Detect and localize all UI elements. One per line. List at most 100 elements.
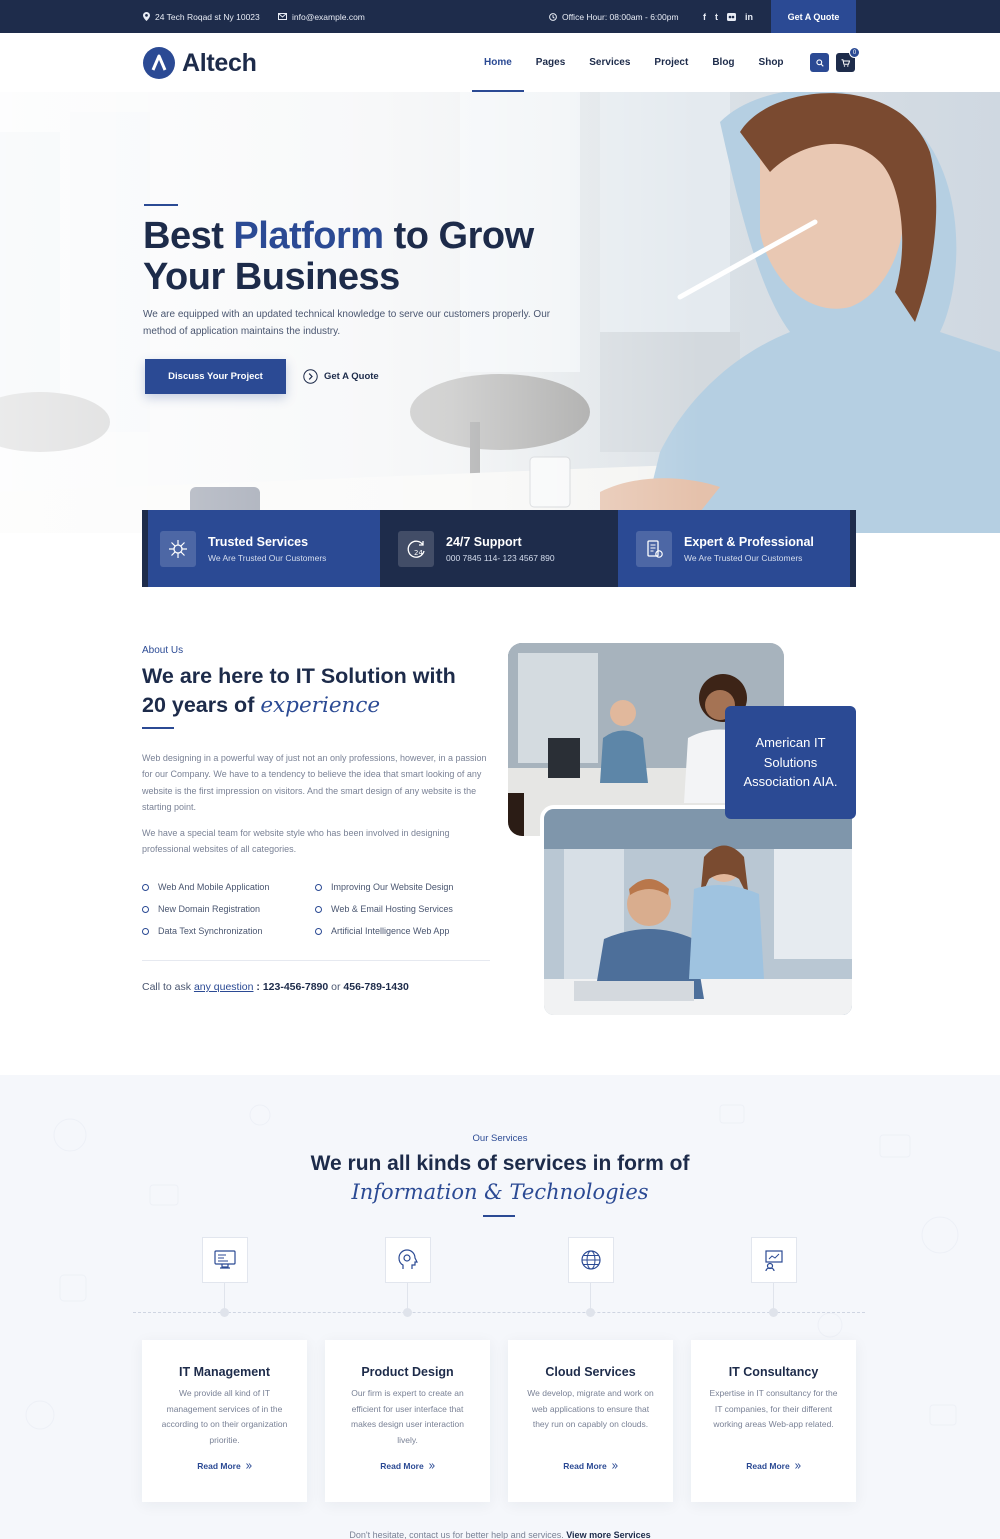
call-separator: : [253,981,263,993]
timeline-node [769,1308,778,1317]
social-links: f t in [703,0,753,33]
service-card-description: We provide all kind of IT management ser… [161,1388,288,1446]
list-item: New Domain Registration [142,901,315,917]
facebook-icon[interactable]: f [703,12,706,22]
clock-icon [549,12,557,21]
service-card-description: We develop, migrate and work on web appl… [527,1388,654,1430]
linkedin-icon[interactable]: in [745,12,753,22]
circle-bullet-icon [142,905,149,913]
office-hours-text: Office Hour: 08:00am - 6:00pm [562,11,679,22]
address-text: 24 Tech Roqad st Ny 10023 [155,11,260,22]
hero-quote-link-label[interactable]: Get A Quote [324,371,379,382]
service-card-title: Product Design [361,1365,454,1379]
list-item: Data Text Synchronization [142,923,315,939]
hero-section: Best Platform to Grow Your Business We a… [0,92,1000,533]
feature-expert: Expert & Professional We Are Trusted Our… [618,510,856,587]
about-title: We are here to IT Solution with 20 years… [142,662,502,720]
circle-bullet-icon [142,883,149,891]
list-item: Web & Email Hosting Services [315,901,492,917]
nav-home[interactable]: Home [472,33,524,92]
list-item: Artificial Intelligence Web App [315,923,492,939]
feature-title: Trusted Services [208,534,309,549]
nav-shop[interactable]: Shop [747,33,796,92]
services-kicker: Our Services [472,1133,528,1144]
consult-icon [751,1237,797,1283]
feature-support: 24 24/7 Support 000 7845 114- 123 4567 8… [380,510,618,587]
flickr-icon[interactable] [727,12,736,21]
read-more-link[interactable]: Read More [197,1461,252,1471]
cart-button[interactable]: 0 [836,47,860,72]
about-accent-line [142,727,174,729]
any-question-link[interactable]: any question [194,981,254,993]
hero-title-line2: Your Business [143,256,400,298]
topbar-quote-button[interactable]: Get A Quote [771,0,856,33]
about-paragraph-1: Web designing in a powerful way of just … [142,753,487,812]
map-pin-icon [143,12,150,21]
timeline-node [586,1308,595,1317]
list-item: Web And Mobile Application [142,879,315,895]
logo[interactable]: Altech [143,47,257,79]
timeline-stem [590,1283,591,1309]
feature-title: Expert & Professional [684,534,814,549]
list-item-label: Web And Mobile Application [158,882,270,892]
about-image-team-bottom [540,805,856,1019]
top-bar: 24 Tech Roqad st Ny 10023 info@example.c… [0,0,1000,33]
about-title-italic: experience [260,693,381,718]
circle-arrow-icon [303,368,318,384]
service-card-title: IT Consultancy [728,1365,819,1379]
nav-blog[interactable]: Blog [700,33,746,92]
call-prefix: Call to ask [142,981,194,993]
service-card-title: IT Management [179,1365,270,1379]
read-more-label[interactable]: Read More [197,1461,240,1471]
feature-subtitle: We Are Trusted Our Customers [208,552,327,563]
list-item: Improving Our Website Design [315,879,492,895]
circle-bullet-icon [142,927,149,935]
feature-trusted-services: Trusted Services We Are Trusted Our Cust… [142,510,380,587]
double-chevron-right-icon [245,1463,252,1469]
twitter-icon[interactable]: t [715,12,718,22]
read-more-label[interactable]: Read More [746,1461,789,1471]
circle-bullet-icon [315,905,322,913]
expert-icon [636,530,672,567]
header: Altech Home Pages Services Project Blog … [0,33,1000,92]
cart-icon [841,58,850,67]
search-button[interactable] [810,53,829,72]
discuss-project-button[interactable]: Discuss Your Project [145,359,286,394]
read-more-link[interactable]: Read More [563,1461,618,1471]
services-accent-line [483,1215,515,1217]
nav-project[interactable]: Project [642,33,700,92]
email-text[interactable]: info@example.com [292,12,365,22]
services-timeline [133,1312,865,1313]
association-badge: American IT Solutions Association AIA. [725,706,856,819]
phone-2[interactable]: 456-789-1430 [343,981,408,993]
double-chevron-right-icon [428,1463,435,1469]
double-chevron-right-icon [794,1463,801,1469]
service-card-it-management: IT Management We provide all kind of IT … [142,1340,307,1502]
nav-pages[interactable]: Pages [524,33,577,92]
services-footnote: Don't hesitate, contact us for better he… [0,1530,1000,1539]
read-more-link[interactable]: Read More [380,1461,435,1471]
read-more-label[interactable]: Read More [380,1461,423,1471]
hero-title-accent: Platform [233,215,384,257]
about-title-line2: 20 years of [142,693,261,717]
timeline-stem [224,1283,225,1309]
view-more-services-link[interactable]: View more Services [566,1530,650,1539]
about-paragraph-2: We have a special team for website style… [142,828,450,855]
feature-subtitle: 000 7845 114- 123 4567 890 [446,552,555,563]
cart-count-badge: 0 [849,47,860,58]
list-item-label: Artificial Intelligence Web App [331,926,450,936]
phone-1[interactable]: 123-456-7890 [263,981,328,993]
email[interactable]: info@example.com [278,0,365,33]
about-kicker: About Us [142,645,184,656]
services-title: We run all kinds of services in form of [310,1152,690,1175]
read-more-label[interactable]: Read More [563,1461,606,1471]
feature-title: 24/7 Support [446,534,522,549]
about-title-line1: We are here to IT Solution with [142,664,456,688]
nav-services[interactable]: Services [577,33,642,92]
hero-quote-link[interactable]: Get A Quote [303,367,379,385]
main-nav: Home Pages Services Project Blog Shop [472,33,796,92]
read-more-link[interactable]: Read More [746,1461,801,1471]
service-card-it-consultancy: IT Consultancy Expertise in IT consultan… [691,1340,856,1502]
address: 24 Tech Roqad st Ny 10023 [143,0,260,33]
feature-subtitle: We Are Trusted Our Customers [684,552,803,563]
